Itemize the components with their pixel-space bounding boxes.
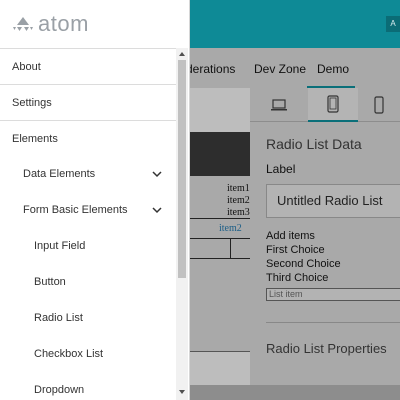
device-preview-bar [250, 88, 400, 122]
sidebar-item-form-basic-elements[interactable]: Form Basic Elements [0, 192, 176, 228]
sidebar-item-label: Checkbox List [34, 348, 104, 360]
canvas-radio-item[interactable]: item3 [227, 207, 250, 218]
top-bar-badge[interactable]: A [386, 16, 400, 32]
sidebar-item-about[interactable]: About [0, 48, 176, 84]
chevron-down-icon [152, 171, 162, 178]
sidebar-item-label: Data Elements [23, 168, 96, 180]
scrollbar-thumb[interactable] [178, 60, 186, 278]
sidebar-item-input-field[interactable]: Input Field [0, 228, 176, 264]
choice-item[interactable]: First Choice [266, 244, 325, 256]
canvas-cell-divider [230, 238, 231, 258]
triangle-down-icon [179, 390, 185, 394]
sidebar-menu: About Settings Elements Data Elements Fo… [0, 48, 176, 400]
nav-link-demo[interactable]: Demo [317, 62, 349, 76]
add-items-caption: Add items [266, 230, 315, 242]
label-input[interactable]: Untitled Radio List [266, 184, 400, 218]
mobile-icon [374, 96, 384, 114]
nav-link-dev-zone[interactable]: Dev Zone [254, 62, 306, 76]
device-tab-laptop[interactable] [250, 88, 308, 122]
brand-name: atom [38, 11, 89, 36]
properties-divider [266, 322, 400, 323]
list-item-input[interactable]: List item [266, 288, 400, 301]
laptop-icon [271, 99, 287, 111]
sidebar-item-data-elements[interactable]: Data Elements [0, 156, 176, 192]
nav-link-moderations[interactable]: derations [186, 62, 235, 76]
scroll-up-arrow[interactable] [178, 50, 186, 58]
sidebar-item-label: Button [34, 276, 66, 288]
tablet-icon [327, 95, 339, 113]
sidebar-scrollbar[interactable] [176, 48, 188, 400]
canvas-divider [190, 258, 250, 259]
canvas-radio-item[interactable]: item2 [227, 195, 250, 206]
brand-logo[interactable]: atom [12, 10, 89, 38]
device-tab-mobile[interactable] [358, 88, 400, 122]
choice-item[interactable]: Third Choice [266, 272, 328, 284]
radio-list-properties-title: Radio List Properties [266, 341, 387, 356]
footer-strip [190, 385, 400, 400]
device-tab-tablet[interactable] [308, 88, 358, 122]
label-caption: Label [266, 162, 296, 176]
sidebar-item-label: Input Field [34, 240, 86, 252]
sidebar-item-elements[interactable]: Elements [0, 120, 176, 156]
canvas-header-block [190, 132, 250, 176]
canvas-radio-item[interactable]: item1 [227, 183, 250, 194]
triangle-up-icon [179, 52, 185, 56]
canvas-divider [190, 218, 250, 219]
atom-logo-icon [13, 17, 33, 31]
canvas-divider [190, 238, 250, 239]
sidebar-item-checkbox-list[interactable]: Checkbox List [0, 336, 176, 372]
scroll-down-arrow[interactable] [178, 388, 186, 396]
sidebar-item-label: Settings [12, 96, 52, 109]
choice-item[interactable]: Second Choice [266, 258, 341, 270]
sidebar-item-button[interactable]: Button [0, 264, 176, 300]
sidebar-drawer: atom About Settings Elements Data Elemen… [0, 0, 190, 400]
chevron-down-icon [152, 207, 162, 214]
properties-panel: Radio List Data Label Untitled Radio Lis… [250, 122, 400, 400]
sidebar-item-label: Form Basic Elements [23, 204, 128, 216]
properties-title: Radio List Data [266, 136, 362, 152]
sidebar-item-label: About [12, 60, 41, 73]
sidebar-item-dropdown[interactable]: Dropdown [0, 372, 176, 400]
sidebar-item-label: Radio List [34, 312, 83, 324]
sidebar-item-radio-list[interactable]: Radio List [0, 300, 176, 336]
sidebar-item-label: Dropdown [34, 384, 85, 396]
sidebar-item-settings[interactable]: Settings [0, 84, 176, 120]
sidebar-item-label: Elements [12, 132, 58, 145]
canvas-radio-item-selected[interactable]: item2 [219, 223, 242, 234]
